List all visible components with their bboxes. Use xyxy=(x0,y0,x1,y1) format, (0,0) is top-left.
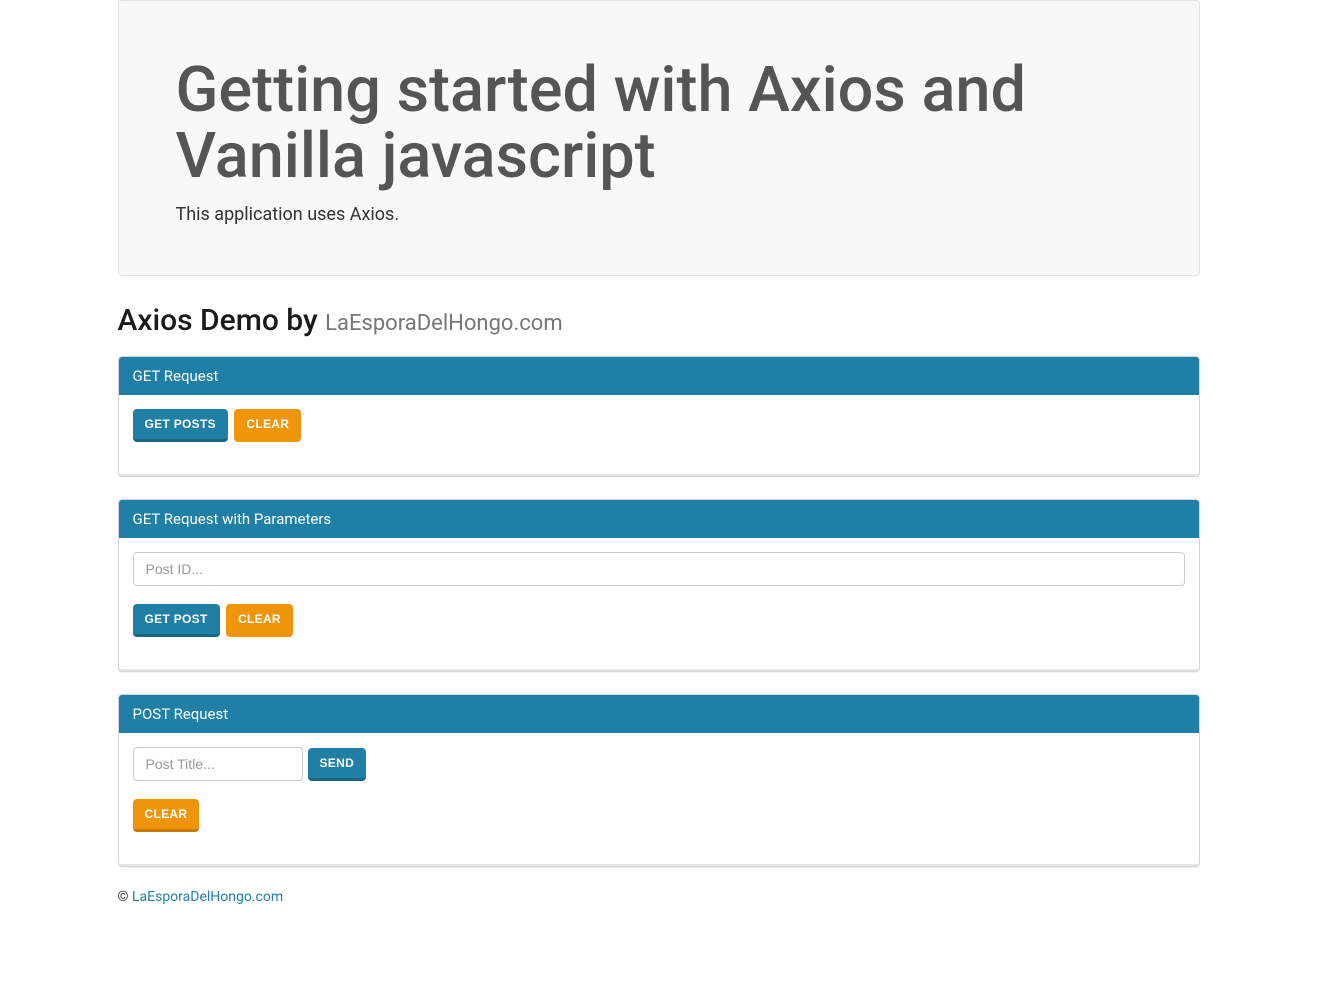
panel-header: POST Request xyxy=(119,695,1199,733)
panel-get-request: GET Request GET POSTS CLEAR xyxy=(118,356,1200,477)
panel-post-request: POST Request SEND CLEAR xyxy=(118,694,1200,867)
panel-body: SEND CLEAR xyxy=(119,733,1199,866)
panel-get-request-params: GET Request with Parameters GET POST CLE… xyxy=(118,499,1200,672)
post-id-input[interactable] xyxy=(133,552,1185,586)
heading-author: LaEsporaDelHongo.com xyxy=(325,311,562,336)
panel-body: GET POSTS CLEAR xyxy=(119,395,1199,476)
page-subtitle: This application uses Axios. xyxy=(176,204,1142,225)
post-title-input[interactable] xyxy=(133,747,303,781)
footer-link[interactable]: LaEsporaDelHongo.com xyxy=(132,889,283,905)
clear-button[interactable]: CLEAR xyxy=(234,409,301,442)
heading-prefix: Axios Demo by xyxy=(118,303,326,338)
clear-button[interactable]: CLEAR xyxy=(133,799,200,832)
panel-header: GET Request with Parameters xyxy=(119,500,1199,538)
section-heading: Axios Demo by LaEsporaDelHongo.com xyxy=(118,303,1200,338)
get-posts-button[interactable]: GET POSTS xyxy=(133,409,228,442)
copyright-symbol: © xyxy=(118,889,132,905)
panel-header: GET Request xyxy=(119,357,1199,395)
panel-body: GET POST CLEAR xyxy=(119,538,1199,671)
page-title: Getting started with Axios and Vanilla j… xyxy=(176,58,1142,190)
jumbotron: Getting started with Axios and Vanilla j… xyxy=(118,0,1200,276)
footer: © LaEsporaDelHongo.com xyxy=(118,889,1200,925)
send-button[interactable]: SEND xyxy=(308,748,367,781)
clear-button[interactable]: CLEAR xyxy=(226,604,293,637)
get-post-button[interactable]: GET POST xyxy=(133,604,220,637)
